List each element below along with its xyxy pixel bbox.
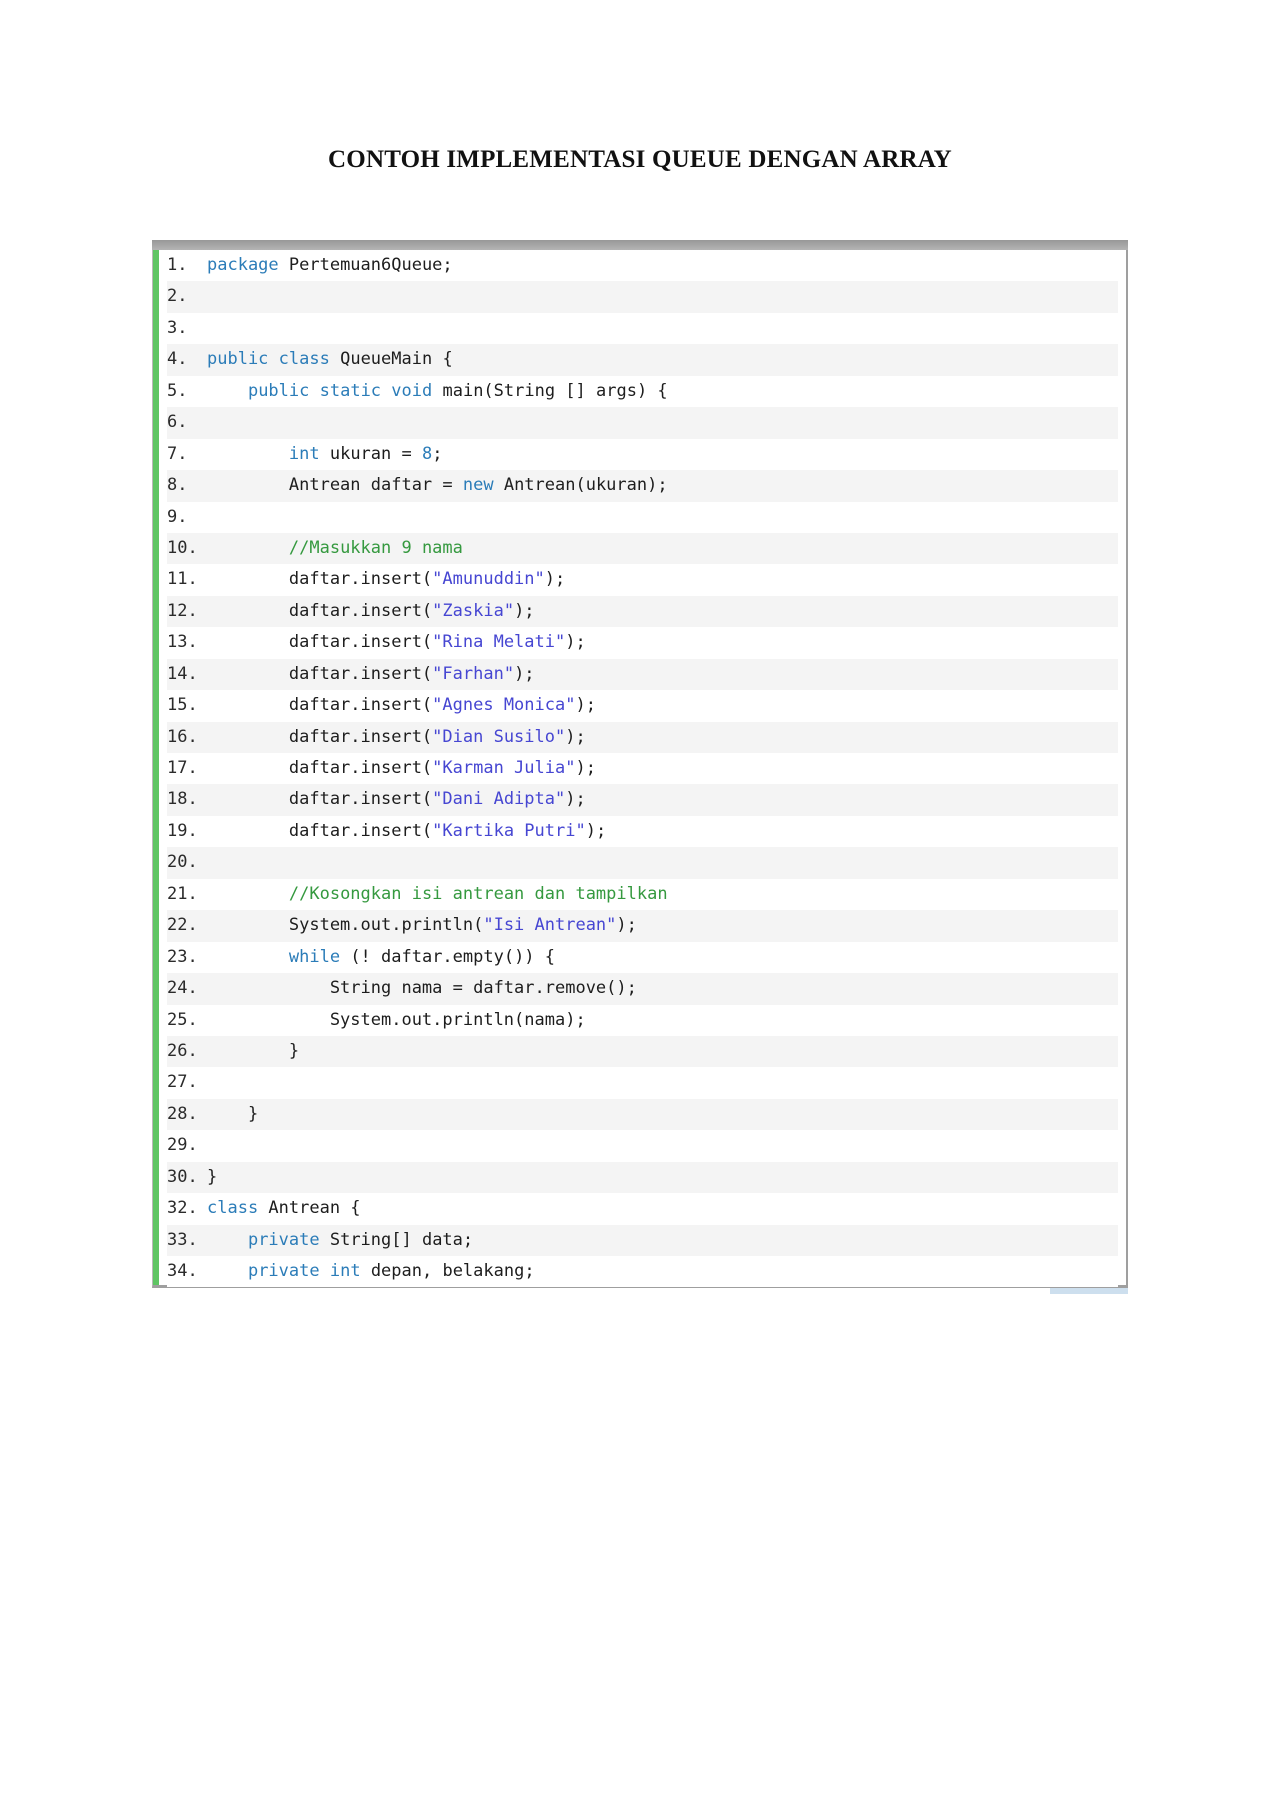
code-line: 28. } [167,1098,1118,1131]
code-text: class Antrean { [207,1198,361,1219]
code-line: 26. } [167,1035,1118,1068]
page-title: CONTOH IMPLEMENTASI QUEUE DENGAN ARRAY [328,146,952,173]
code-line: 11. daftar.insert("Amunuddin"); [167,564,1118,596]
line-number: 13. [167,632,198,653]
line-number: 32. [167,1198,198,1219]
code-text: daftar.insert("Farhan"); [207,663,535,684]
line-number: 5. [167,380,188,401]
code-line: 5. public static void main(String [] arg… [167,375,1118,408]
code-line: 14. daftar.insert("Farhan"); [167,658,1118,691]
line-number: 3. [167,317,188,338]
line-number: 16. [167,726,198,747]
code-text: } [207,1103,259,1124]
code-text: public class QueueMain { [207,349,453,370]
code-line: 7. int ukuran = 8; [167,438,1118,471]
code-text: //Masukkan 9 nama [288,537,463,558]
code-line: 4. public class QueueMain { [167,344,1118,376]
line-number: 33. [167,1229,198,1250]
code-line: 20. [167,847,1118,879]
code-line: 27. [167,1067,1118,1099]
code-text: daftar.insert("Kartika Putri"); [207,820,607,841]
line-number: 29. [167,1135,198,1156]
code-text: daftar.insert("Agnes Monica"); [207,695,596,716]
code-line: 9. [167,501,1118,533]
code-text: Antrean daftar = new Antrean(ukuran); [207,475,668,496]
code-line: 18. daftar.insert("Dani Adipta"); [167,784,1118,816]
code-line: 10. //Masukkan 9 nama [167,532,1118,565]
line-number: 7. [167,443,188,464]
line-number: 28. [167,1103,198,1124]
line-number: 8. [167,475,188,496]
code-line: 17. daftar.insert("Karman Julia"); [167,753,1118,785]
line-number: 19. [167,820,198,841]
line-number: 14. [167,663,198,684]
code-line: 34. private int depan, belakang; [167,1256,1118,1288]
line-number: 12. [167,600,198,621]
code-text: private int depan, belakang; [247,1261,535,1281]
code-line: 25. System.out.println(nama); [167,1004,1118,1036]
line-number: 26. [167,1040,198,1061]
code-line: 22. System.out.println("Isi Antrean"); [167,910,1118,942]
code-line: 19. daftar.insert("Kartika Putri"); [167,815,1118,848]
line-number: 20. [167,852,198,873]
line-number: 22. [167,915,198,936]
code-line: 33. private String[] data; [167,1224,1118,1256]
code-text: public static void main(String [] args) … [247,380,668,401]
line-number: 23. [167,946,198,967]
line-number: 15. [167,695,198,716]
code-line: 2. [167,281,1118,313]
code-line: 3. [167,312,1118,345]
line-number: 6. [167,412,188,433]
code-text: daftar.insert("Dani Adipta"); [207,789,586,810]
horizontal-scrollbar-fragment[interactable] [1050,1288,1128,1294]
code-line: 12. daftar.insert("Zaskia"); [167,595,1118,628]
code-text: daftar.insert("Karman Julia"); [207,758,596,778]
code-line: 24. String nama = daftar.remove(); [167,973,1118,1005]
code-text: daftar.insert("Amunuddin"); [207,569,566,590]
code-line: 15. daftar.insert("Agnes Monica"); [167,690,1118,722]
code-text: daftar.insert("Dian Susilo"); [207,726,586,747]
code-line: 23. while (! daftar.empty()) { [167,941,1118,974]
code-text: daftar.insert("Zaskia"); [207,600,535,621]
code-listing: 1. package Pertemuan6Queue; 2. 3. 4. public c… [159,250,1126,1288]
code-text: } [207,1040,300,1061]
line-number: 30. [167,1166,198,1187]
line-number: 11. [167,569,198,590]
code-text: daftar.insert("Rina Melati"); [207,632,586,653]
code-line: 32. class Antrean { [167,1193,1118,1225]
code-line: 21. //Kosongkan isi antrean dan tampilka… [167,878,1118,911]
code-block: 1. package Pertemuan6Queue; 2. 3. 4. public c… [152,240,1128,1288]
line-number: 9. [167,506,188,527]
code-text: System.out.println(nama); [207,1009,586,1030]
line-number: 1. [167,255,188,275]
line-number: 34. [167,1261,198,1281]
code-line: 29. [167,1130,1118,1162]
code-line: 30.} [167,1161,1118,1194]
code-text: //Kosongkan isi antrean dan tampilkan [288,883,668,904]
line-number: 25. [167,1009,198,1030]
code-block-top-bar [152,240,1128,250]
code-text: private String[] data; [247,1229,474,1250]
line-number: 27. [167,1072,198,1093]
code-text: System.out.println("Isi Antrean"); [207,915,637,936]
code-line: 1. package Pertemuan6Queue; [167,250,1118,282]
code-line: 8. Antrean daftar = new Antrean(ukuran); [167,470,1118,502]
line-number: 24. [167,978,198,999]
line-number: 21. [167,883,198,904]
code-text: int ukuran = 8; [288,443,443,464]
code-text: package Pertemuan6Queue; [207,255,453,275]
code-text: } [207,1166,218,1187]
line-number: 18. [167,789,198,810]
line-number: 17. [167,758,198,778]
line-number: 10. [167,537,198,558]
line-number: 2. [167,286,188,307]
line-number: 4. [167,349,188,370]
code-line: 13. daftar.insert("Rina Melati"); [167,627,1118,659]
code-line: 6. [167,407,1118,439]
code-line: 16. daftar.insert("Dian Susilo"); [167,721,1118,753]
code-text: while (! daftar.empty()) { [288,946,556,967]
code-text: String nama = daftar.remove(); [207,978,637,999]
